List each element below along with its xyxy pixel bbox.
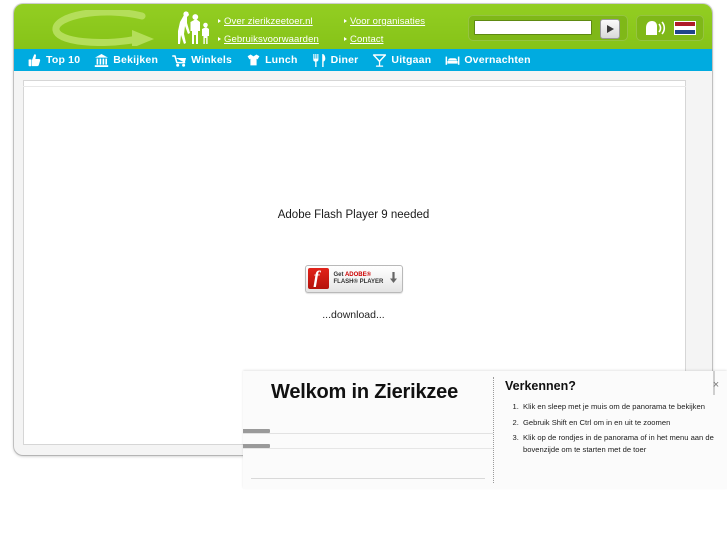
nav-item-diner[interactable]: Diner bbox=[305, 49, 366, 71]
bullet-triangle-icon bbox=[218, 37, 221, 41]
overlay-dotted-divider bbox=[493, 377, 494, 483]
sandwich-icon bbox=[247, 54, 260, 65]
header-link-organisaties[interactable]: Voor organisaties bbox=[344, 16, 425, 27]
site-header: Over zierikzeetoer.nl Gebruiksvoorwaarde… bbox=[14, 4, 712, 49]
nav-item-label: Diner bbox=[330, 54, 359, 66]
header-links: Over zierikzeetoer.nl Gebruiksvoorwaarde… bbox=[218, 13, 468, 45]
flash-badge-get-label: Get bbox=[333, 271, 345, 278]
header-link-label: Gebruiksvoorwaarden bbox=[224, 34, 319, 45]
close-icon[interactable]: × bbox=[710, 379, 722, 391]
header-link-label: Contact bbox=[350, 34, 384, 45]
nav-item-label: Lunch bbox=[265, 54, 298, 66]
overlay-divider bbox=[243, 433, 493, 434]
nav-items: Top 10 Bekijken Winkels Lunch Diner Uitg… bbox=[20, 49, 538, 71]
welcome-title: Welkom in Zierikzee bbox=[271, 381, 459, 403]
header-tools bbox=[636, 15, 704, 41]
nav-item-label: Top 10 bbox=[46, 54, 81, 66]
nav-item-lunch[interactable]: Lunch bbox=[239, 49, 305, 71]
flash-badge-brand-label: ADOBE® bbox=[344, 271, 372, 278]
nav-item-label: Uitgaan bbox=[391, 54, 432, 66]
overlay-divider bbox=[243, 448, 493, 449]
welcome-overlay: Welkom in Zierikzee Verkennen? Klik en s… bbox=[243, 371, 727, 489]
nav-item-label: Bekijken bbox=[113, 54, 159, 66]
explore-instructions-list: Klik en sleep met je muis om de panorama… bbox=[505, 401, 715, 455]
flash-logo-icon bbox=[307, 267, 329, 289]
speaker-head-icon[interactable] bbox=[643, 19, 669, 37]
get-flash-player-badge[interactable]: Get ADOBE® FLASH® PLAYER bbox=[304, 264, 403, 293]
shopping-cart-icon bbox=[172, 54, 187, 67]
thumbs-up-icon bbox=[28, 53, 41, 66]
welcome-overlay-left: Welkom in Zierikzee bbox=[243, 371, 493, 489]
list-item: Klik en sleep met je muis om de panorama… bbox=[521, 401, 715, 413]
page-root: Over zierikzeetoer.nl Gebruiksvoorwaarde… bbox=[0, 0, 727, 545]
main-navigation: Top 10 Bekijken Winkels Lunch Diner Uitg… bbox=[14, 49, 712, 71]
nav-item-label: Overnachten bbox=[464, 54, 531, 66]
bullet-triangle-icon bbox=[344, 19, 347, 23]
download-arrow-icon bbox=[389, 271, 397, 283]
nav-item-uitgaan[interactable]: Uitgaan bbox=[365, 49, 438, 71]
explore-subtitle: Verkennen? bbox=[505, 379, 576, 393]
fork-knife-icon bbox=[312, 53, 325, 67]
flash-required-message: Adobe Flash Player 9 needed bbox=[277, 208, 430, 221]
logo-arrow-icon[interactable] bbox=[46, 10, 186, 46]
bullet-triangle-icon bbox=[344, 37, 347, 41]
overlay-divider bbox=[251, 478, 485, 479]
flash-badge-text: Get ADOBE® FLASH® PLAYER bbox=[334, 272, 384, 285]
dutch-flag-icon[interactable] bbox=[674, 21, 696, 35]
bullet-triangle-icon bbox=[218, 19, 221, 23]
museum-icon bbox=[95, 53, 109, 67]
list-item: Klik op de rondjes in de panorama of in … bbox=[521, 432, 715, 455]
flash-download-text[interactable]: ...download... bbox=[322, 309, 384, 321]
search-container bbox=[468, 15, 628, 41]
header-link-label: Voor organisaties bbox=[350, 16, 426, 27]
welcome-overlay-right: Verkennen? Klik en sleep met je muis om … bbox=[505, 379, 715, 459]
header-link-label: Over zierikzeetoer.nl bbox=[224, 16, 313, 27]
nav-item-label: Winkels bbox=[191, 54, 233, 66]
cocktail-glass-icon bbox=[373, 53, 387, 67]
nav-item-overnachten[interactable]: Overnachten bbox=[438, 49, 537, 71]
logo-family-icon[interactable] bbox=[177, 11, 213, 45]
nav-item-top10[interactable]: Top 10 bbox=[20, 49, 87, 71]
search-submit-button[interactable] bbox=[600, 19, 620, 39]
search-input[interactable] bbox=[474, 20, 592, 35]
nav-item-winkels[interactable]: Winkels bbox=[165, 49, 239, 71]
header-link-contact[interactable]: Contact bbox=[344, 34, 383, 45]
nav-item-bekijken[interactable]: Bekijken bbox=[87, 49, 165, 71]
header-link-voorwaarden[interactable]: Gebruiksvoorwaarden bbox=[218, 34, 319, 45]
list-item: Gebruik Shift en Ctrl om in en uit te zo… bbox=[521, 417, 715, 429]
flash-badge-product-label: FLASH® PLAYER bbox=[333, 278, 384, 285]
header-link-over[interactable]: Over zierikzeetoer.nl bbox=[218, 16, 313, 27]
bed-icon bbox=[445, 56, 460, 65]
